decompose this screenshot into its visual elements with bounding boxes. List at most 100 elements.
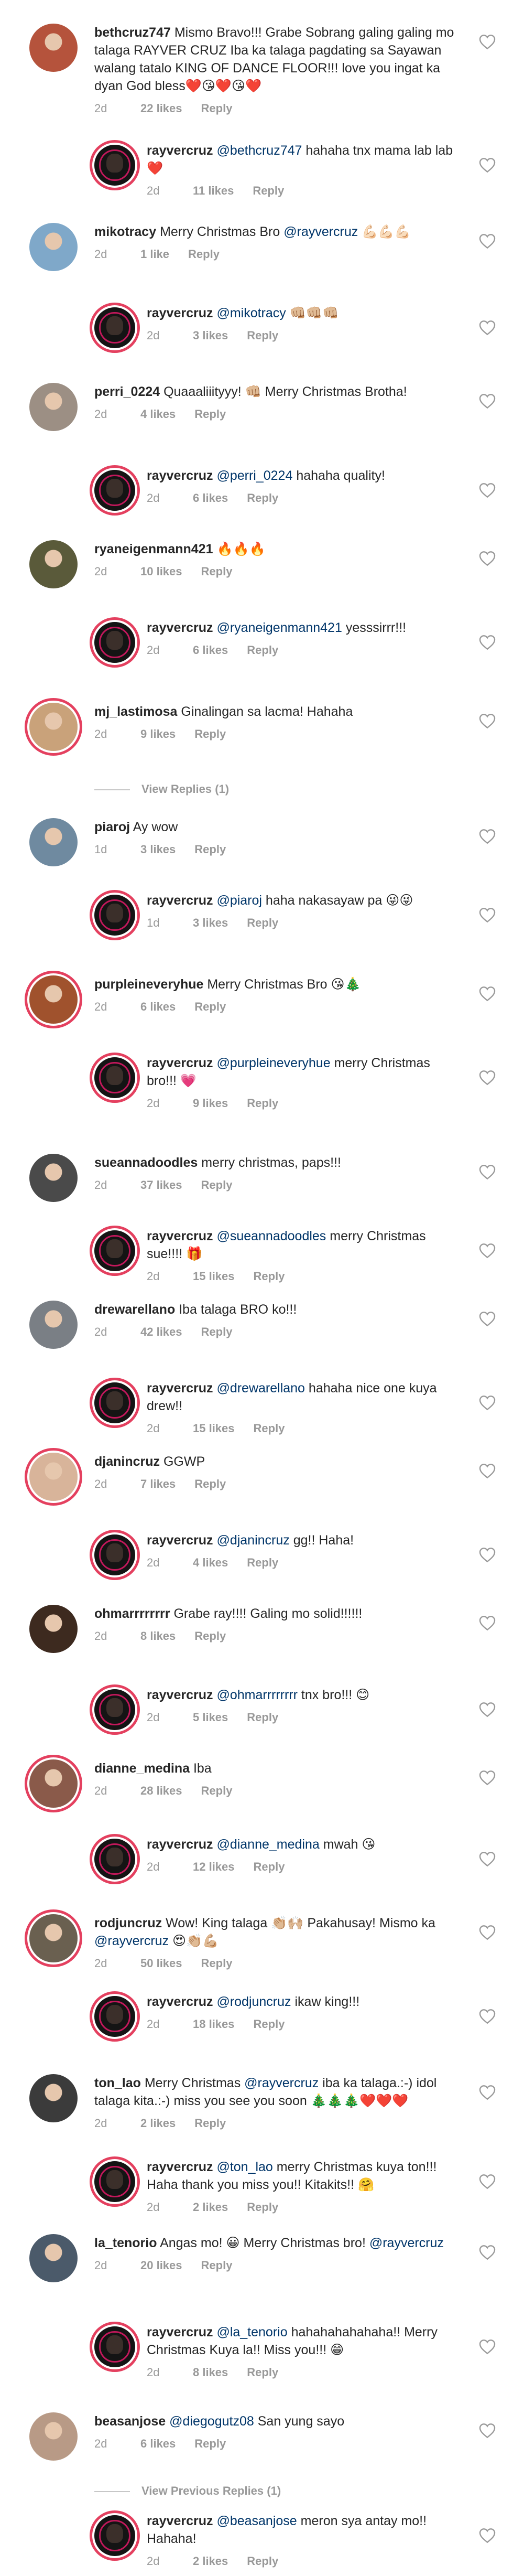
username[interactable]: la_tenorio (94, 2236, 157, 2250)
reply-button[interactable]: Reply (194, 1477, 226, 1491)
username[interactable]: dianne_medina (94, 1761, 190, 1776)
username[interactable]: rayvercruz (147, 143, 213, 158)
mention[interactable]: @rayvercruz (369, 2236, 444, 2250)
reply-button[interactable]: Reply (201, 1325, 233, 1339)
avatar[interactable] (29, 703, 78, 751)
likes-count[interactable]: 15 likes (193, 1269, 235, 1284)
avatar[interactable] (94, 1996, 135, 2037)
avatar[interactable] (29, 1154, 78, 1202)
avatar[interactable] (29, 1605, 78, 1653)
username[interactable]: rayvercruz (147, 1056, 213, 1070)
heart-icon[interactable] (479, 1770, 496, 1786)
avatar[interactable] (29, 1453, 78, 1501)
avatar[interactable] (94, 1230, 135, 1271)
avatar[interactable] (29, 1759, 78, 1808)
likes-count[interactable]: 2 likes (193, 2200, 228, 2215)
likes-count[interactable]: 12 likes (193, 1860, 235, 1874)
avatar[interactable] (29, 2234, 78, 2282)
avatar[interactable] (29, 1914, 78, 1962)
reply-button[interactable]: Reply (247, 1096, 278, 1111)
heart-icon[interactable] (479, 635, 496, 650)
heart-icon[interactable] (479, 320, 496, 336)
mention[interactable]: @ryaneigenmann421 (216, 620, 342, 635)
mention[interactable]: @rayvercruz (283, 224, 358, 239)
username[interactable]: rayvercruz (147, 2160, 213, 2174)
mention[interactable]: @piaroj (216, 893, 262, 908)
likes-count[interactable]: 6 likes (193, 643, 228, 658)
reply-button[interactable]: Reply (247, 2554, 278, 2569)
heart-icon[interactable] (479, 1164, 496, 1180)
avatar[interactable] (94, 1057, 135, 1098)
username[interactable]: purpleineveryhue (94, 977, 203, 992)
reply-button[interactable]: Reply (201, 2258, 233, 2273)
likes-count[interactable]: 11 likes (193, 184, 234, 198)
likes-count[interactable]: 22 likes (140, 101, 182, 116)
heart-icon[interactable] (479, 1070, 496, 1086)
username[interactable]: rayvercruz (147, 468, 213, 483)
username[interactable]: djanincruz (94, 1454, 160, 1469)
username[interactable]: rayvercruz (147, 893, 213, 908)
avatar[interactable] (29, 1301, 78, 1349)
username[interactable]: ryaneigenmann421 (94, 542, 213, 556)
reply-button[interactable]: Reply (247, 643, 278, 658)
likes-count[interactable]: 6 likes (193, 491, 228, 506)
avatar[interactable] (94, 307, 135, 348)
username[interactable]: bethcruz747 (94, 25, 171, 40)
mention[interactable]: @bethcruz747 (216, 143, 302, 158)
likes-count[interactable]: 1 like (140, 247, 169, 262)
avatar[interactable] (29, 24, 78, 72)
mention[interactable]: @purpleineveryhue (216, 1056, 330, 1070)
mention[interactable]: @rayvercruz (244, 2076, 319, 2090)
likes-count[interactable]: 7 likes (140, 1477, 176, 1491)
mention[interactable]: @rodjuncruz (216, 1994, 291, 2009)
username[interactable]: drewarellano (94, 1302, 175, 1317)
avatar[interactable] (94, 470, 135, 511)
username[interactable]: rayvercruz (147, 1381, 213, 1396)
heart-icon[interactable] (479, 551, 496, 566)
reply-button[interactable]: Reply (194, 2116, 226, 2131)
reply-button[interactable]: Reply (247, 2365, 278, 2380)
reply-button[interactable]: Reply (254, 2017, 285, 2032)
reply-button[interactable]: Reply (247, 1555, 278, 1570)
reply-button[interactable]: Reply (201, 564, 233, 579)
username[interactable]: ton_lao (94, 2076, 141, 2090)
reply-button[interactable]: Reply (194, 1000, 226, 1014)
heart-icon[interactable] (479, 2174, 496, 2189)
likes-count[interactable]: 10 likes (140, 564, 182, 579)
reply-button[interactable]: Reply (201, 101, 233, 116)
heart-icon[interactable] (479, 393, 496, 409)
avatar[interactable] (94, 2326, 135, 2367)
reply-button[interactable]: Reply (194, 842, 226, 857)
username[interactable]: piaroj (94, 820, 130, 834)
likes-count[interactable]: 28 likes (140, 1784, 182, 1798)
mention[interactable]: @dianne_medina (216, 1837, 319, 1852)
heart-icon[interactable] (479, 2009, 496, 2024)
heart-icon[interactable] (479, 1395, 496, 1411)
avatar[interactable] (94, 2515, 135, 2556)
likes-count[interactable]: 37 likes (140, 1178, 182, 1193)
heart-icon[interactable] (479, 233, 496, 249)
heart-icon[interactable] (479, 2528, 496, 2543)
username[interactable]: rayvercruz (147, 2325, 213, 2339)
reply-button[interactable]: Reply (254, 1860, 285, 1874)
likes-count[interactable]: 3 likes (140, 842, 176, 857)
avatar[interactable] (29, 2412, 78, 2461)
mention[interactable]: @beasanjose (216, 2514, 297, 2528)
heart-icon[interactable] (479, 157, 496, 173)
heart-icon[interactable] (479, 713, 496, 729)
likes-count[interactable]: 42 likes (140, 1325, 182, 1339)
avatar[interactable] (29, 223, 78, 271)
reply-button[interactable]: Reply (194, 407, 226, 422)
heart-icon[interactable] (479, 2423, 496, 2439)
heart-icon[interactable] (479, 1925, 496, 1940)
avatar[interactable] (94, 622, 135, 663)
mention[interactable]: @ton_lao (216, 2160, 272, 2174)
username[interactable]: ohmarrrrrrrr (94, 1606, 170, 1621)
likes-count[interactable]: 9 likes (140, 727, 176, 742)
heart-icon[interactable] (479, 1311, 496, 1327)
likes-count[interactable]: 8 likes (140, 1629, 176, 1644)
heart-icon[interactable] (479, 1547, 496, 1563)
avatar[interactable] (29, 818, 78, 866)
username[interactable]: mikotracy (94, 224, 156, 239)
heart-icon[interactable] (479, 1702, 496, 1718)
